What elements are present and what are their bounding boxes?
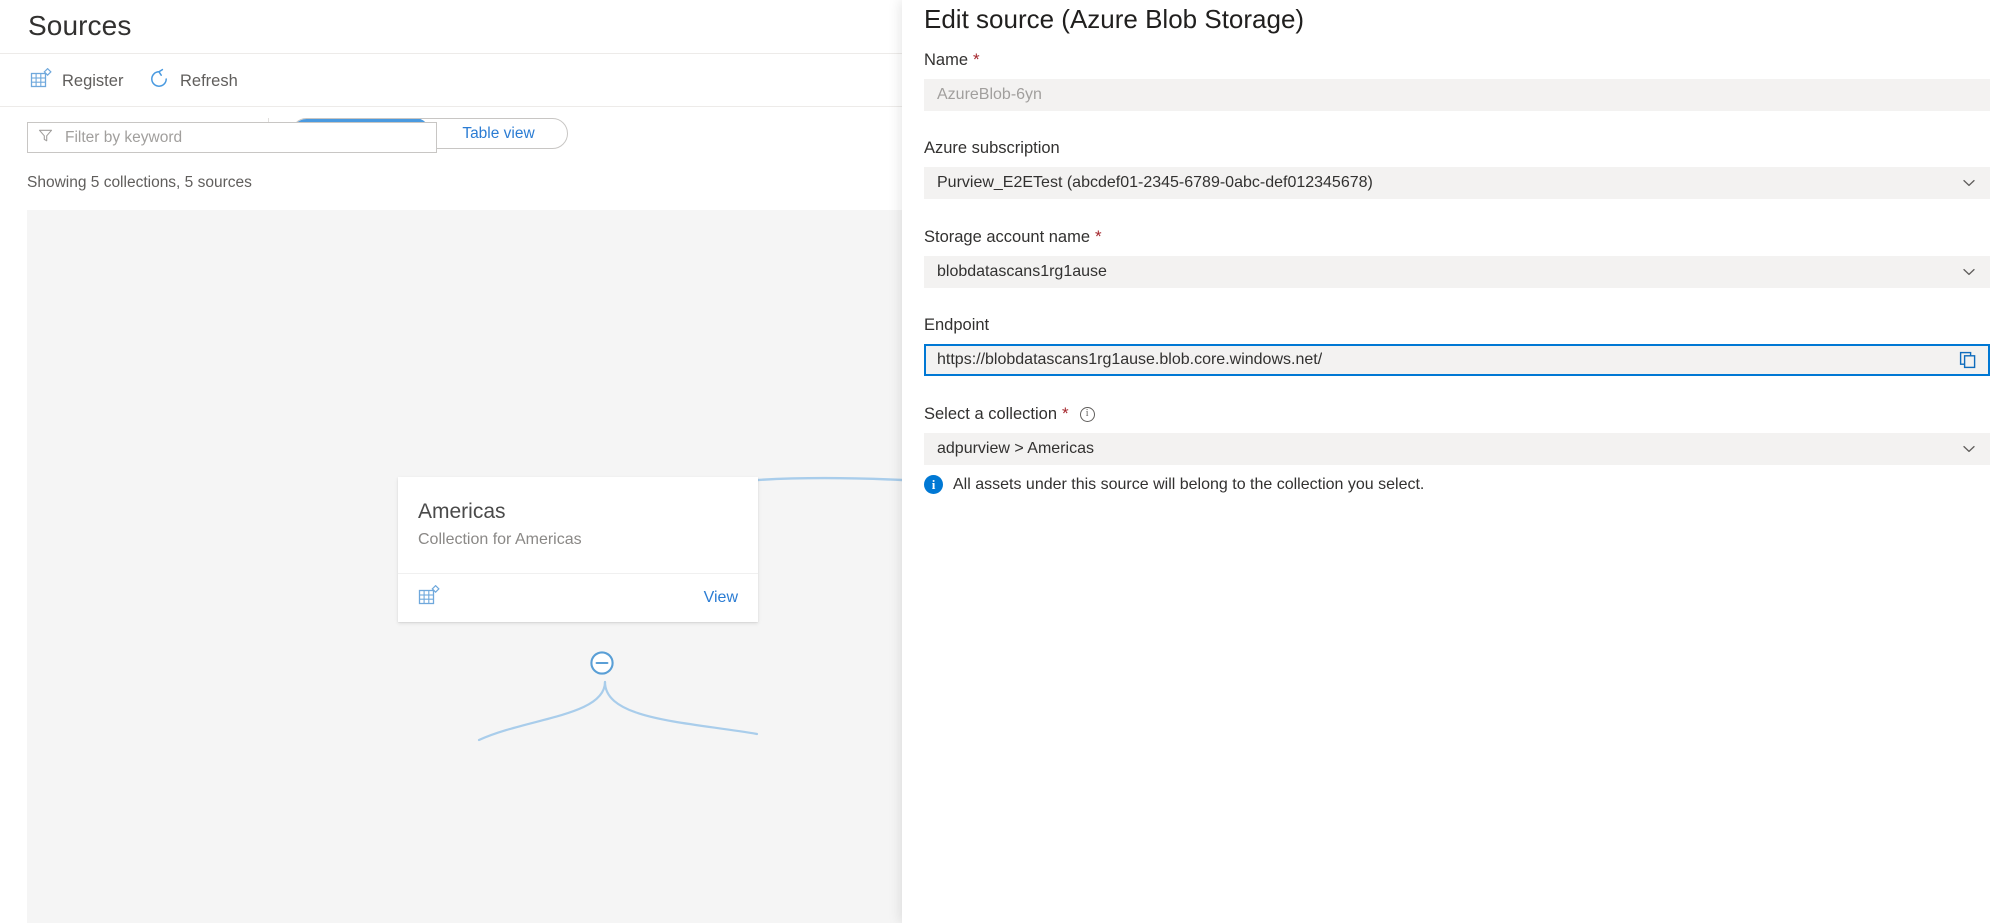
filter-input[interactable] [63,128,426,148]
collection-card-title: Americas [418,499,738,525]
spacer [924,290,1990,316]
refresh-button[interactable]: Refresh [148,66,238,96]
field-collection: Select a collection * i adpurview > Amer… [924,404,1990,494]
endpoint-value: https://blobdatascans1rg1ause.blob.core.… [937,351,1322,369]
filter-box[interactable] [27,122,437,153]
field-name: Name * AzureBlob-6yn [924,50,1990,111]
collection-card-description: Collection for Americas [418,531,738,549]
spacer [924,113,1990,139]
collection-card-footer: View [398,574,758,622]
subscription-value: Purview_E2ETest (abcdef01-2345-6789-0abc… [937,174,1373,192]
required-asterisk: * [973,50,980,70]
spacer [924,378,1990,404]
collection-card-body: Americas Collection for Americas [398,477,758,549]
collection-helper: i All assets under this source will belo… [924,475,1990,494]
name-input[interactable]: AzureBlob-6yn [924,79,1990,111]
subscription-label: Azure subscription [924,139,1990,158]
required-asterisk: * [1062,404,1069,424]
info-filled-icon: i [924,475,943,494]
refresh-icon [148,68,170,95]
info-outline-icon[interactable]: i [1080,407,1095,422]
chevron-down-icon[interactable] [1961,441,1977,457]
storage-account-value: blobdatascans1rg1ause [937,263,1107,281]
collection-value: adpurview > Americas [937,440,1094,458]
tab-table-view[interactable]: Table view [430,119,567,148]
endpoint-label: Endpoint [924,316,1990,335]
filter-funnel-icon [38,128,53,148]
field-endpoint: Endpoint https://blobdatascans1rg1ause.b… [924,316,1990,376]
edit-source-panel: Edit source (Azure Blob Storage) Name * … [902,0,2013,923]
storage-account-label: Storage account name * [924,227,1990,247]
sources-pane: Sources Register [0,0,902,923]
name-value: AzureBlob-6yn [937,86,1042,104]
collection-card-view-link[interactable]: View [704,589,738,607]
copy-icon[interactable] [1958,350,1978,370]
command-bar-divider [0,106,902,107]
collapse-node[interactable] [589,650,615,681]
app-root: Sources Register [0,0,2013,923]
page-title: Sources [28,10,131,42]
command-bar: Register Refresh Map view Table view [0,54,902,106]
storage-account-dropdown[interactable]: blobdatascans1rg1ause [924,256,1990,288]
endpoint-input[interactable]: https://blobdatascans1rg1ause.blob.core.… [924,344,1990,376]
chevron-down-icon[interactable] [1961,264,1977,280]
collection-helper-text: All assets under this source will belong… [953,476,1424,494]
chevron-down-icon[interactable] [1961,175,1977,191]
spacer [924,201,1990,227]
minus-circle-icon[interactable] [589,650,615,676]
refresh-button-label: Refresh [180,72,238,91]
required-asterisk: * [1095,227,1102,247]
register-grid-icon [418,585,440,612]
collection-label: Select a collection * i [924,404,1990,424]
field-subscription: Azure subscription Purview_E2ETest (abcd… [924,139,1990,199]
name-label: Name * [924,50,1990,70]
showing-status: Showing 5 collections, 5 sources [27,174,252,192]
field-storage-account: Storage account name * blobdatascans1rg1… [924,227,1990,288]
collection-dropdown[interactable]: adpurview > Americas [924,433,1990,465]
edit-source-form: Name * AzureBlob-6yn Azure subscription … [924,50,1990,496]
register-grid-icon [30,68,52,95]
subscription-dropdown[interactable]: Purview_E2ETest (abcdef01-2345-6789-0abc… [924,167,1990,199]
register-button-label: Register [62,72,123,91]
collection-card[interactable]: Americas Collection for Americas View [398,477,758,622]
panel-title: Edit source (Azure Blob Storage) [924,4,1304,35]
register-button[interactable]: Register [30,66,123,96]
